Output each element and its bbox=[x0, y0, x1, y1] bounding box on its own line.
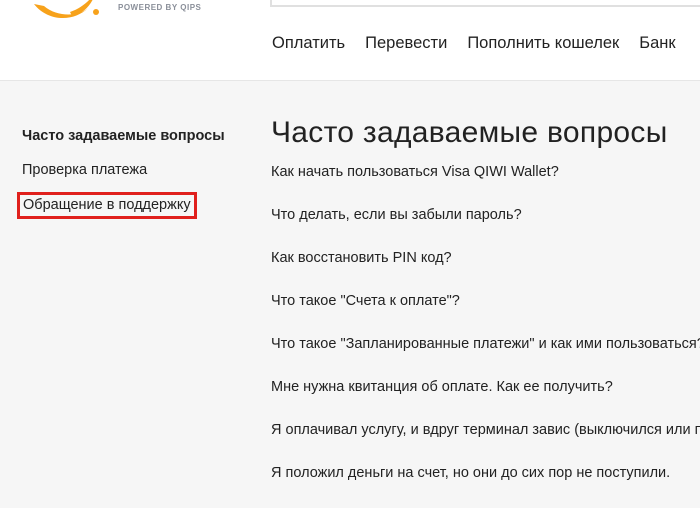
page-title: Часто задаваемые вопросы bbox=[271, 116, 668, 149]
sidebar-item-support-request[interactable]: Обращение в поддержку bbox=[17, 192, 197, 219]
main-content: Часто задаваемые вопросы Как начать поль… bbox=[271, 116, 700, 508]
nav-top-up-wallet[interactable]: Пополнить кошелек bbox=[467, 34, 619, 53]
faq-link[interactable]: Как начать пользоваться Visa QIWI Wallet… bbox=[271, 164, 700, 207]
page: POWERED BY QIPS Оплатить Перевести Попол… bbox=[0, 0, 700, 508]
faq-link[interactable]: Мне нужна квитанция об оплате. Как ее по… bbox=[271, 379, 700, 422]
faq-link[interactable]: Как восстановить PIN код? bbox=[271, 250, 700, 293]
search-input[interactable] bbox=[270, 0, 700, 7]
sidebar-item-faq[interactable]: Часто задаваемые вопросы bbox=[22, 128, 242, 145]
powered-by-label: POWERED BY QIPS bbox=[118, 3, 202, 12]
faq-link[interactable]: Я оплачивал услугу, и вдруг терминал зав… bbox=[271, 422, 700, 465]
faq-link[interactable]: Что такое "Запланированные платежи" и ка… bbox=[271, 336, 700, 379]
qiwi-logo-icon[interactable] bbox=[30, 0, 100, 22]
faq-link[interactable]: Что делать, если вы забыли пароль? bbox=[271, 207, 700, 250]
sidebar-item-payment-check[interactable]: Проверка платежа bbox=[22, 162, 242, 179]
nav-transfer[interactable]: Перевести bbox=[365, 34, 447, 53]
faq-link[interactable]: Что такое "Счета к оплате"? bbox=[271, 293, 700, 336]
sidebar: Часто задаваемые вопросы Проверка платеж… bbox=[17, 128, 242, 231]
faq-link[interactable]: Я положил деньги на счет, но они до сих … bbox=[271, 465, 700, 508]
nav-bank[interactable]: Банк bbox=[639, 34, 675, 53]
nav-pay[interactable]: Оплатить bbox=[272, 34, 345, 53]
header: POWERED BY QIPS Оплатить Перевести Попол… bbox=[0, 0, 700, 81]
top-navigation: Оплатить Перевести Пополнить кошелек Бан… bbox=[272, 34, 676, 53]
